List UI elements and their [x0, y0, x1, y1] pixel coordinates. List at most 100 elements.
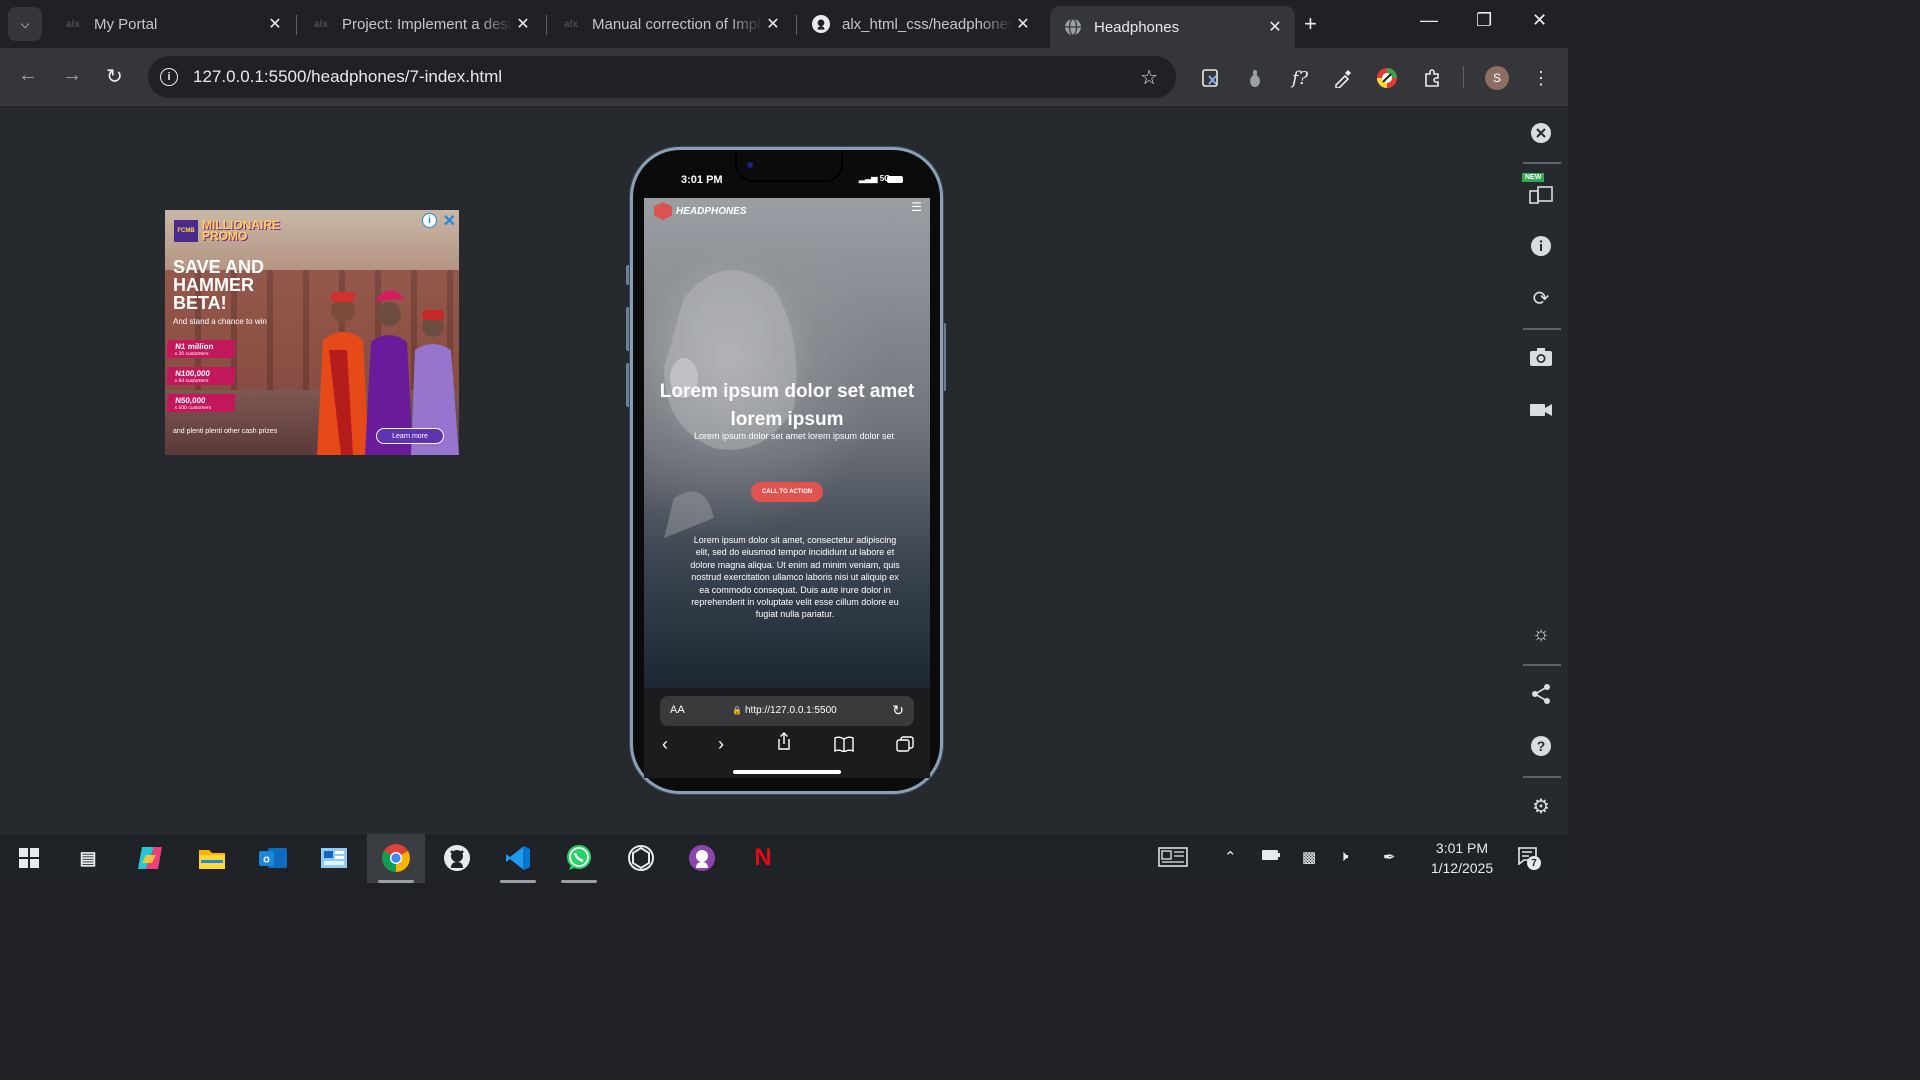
- outlook-icon[interactable]: o: [258, 843, 288, 873]
- tab-headphones[interactable]: Headphones ✕: [1050, 6, 1295, 48]
- github-icon: [812, 15, 830, 33]
- github-app-icon[interactable]: [687, 843, 717, 873]
- safari-back-icon[interactable]: ‹: [662, 734, 668, 755]
- site-info-icon[interactable]: i: [160, 68, 178, 86]
- tab-manual-correction[interactable]: alx Manual correction of Implement ✕: [548, 6, 793, 42]
- profile-avatar[interactable]: S: [1485, 66, 1509, 90]
- task-view-icon[interactable]: ▤: [73, 843, 103, 873]
- file-explorer-icon[interactable]: [197, 843, 227, 873]
- safari-forward-icon[interactable]: ›: [718, 734, 724, 755]
- signal-bars-icon: ▂▃▅: [859, 174, 878, 183]
- ad-prize-2: N100,000 x 64 customers: [166, 367, 236, 385]
- copilot-icon[interactable]: [135, 843, 165, 873]
- home-indicator: [733, 770, 841, 774]
- ad-brand-logo: FCMB: [174, 220, 198, 242]
- close-icon[interactable]: ✕: [1265, 17, 1285, 37]
- taskbar-clock[interactable]: 3:01 PM 1/12/2025: [1418, 838, 1506, 878]
- window-close-icon[interactable]: ✕: [1532, 10, 1547, 31]
- battery-icon[interactable]: [1261, 848, 1281, 865]
- ad-close-icon[interactable]: ✕: [443, 211, 456, 231]
- github-desktop-icon[interactable]: [442, 843, 472, 873]
- pen-icon[interactable]: ✒: [1383, 848, 1396, 866]
- brightness-icon[interactable]: ☼: [1528, 621, 1554, 647]
- tab-separator: [546, 15, 547, 35]
- tab-search-button[interactable]: ⌵: [8, 7, 42, 41]
- phone-signal: ▂▃▅ 5G: [859, 174, 890, 183]
- ad-learn-more-button[interactable]: Learn more: [376, 428, 444, 444]
- volume-icon[interactable]: 🕨: [1339, 848, 1348, 865]
- close-icon[interactable]: ✕: [763, 14, 783, 34]
- extension-excel-icon[interactable]: [1199, 66, 1223, 90]
- control-panel-icon[interactable]: [319, 843, 349, 873]
- tab-project[interactable]: alx Project: Implement a design ✕: [298, 6, 543, 42]
- close-icon[interactable]: ✕: [265, 14, 285, 34]
- tab-github[interactable]: alx_html_css/headphones ✕: [798, 6, 1043, 42]
- settings-gear-icon[interactable]: ⚙: [1528, 793, 1554, 819]
- reload-icon[interactable]: ↻: [106, 64, 123, 89]
- share-icon[interactable]: [776, 732, 792, 755]
- share-icon[interactable]: [1528, 681, 1554, 707]
- camera-screenshot-icon[interactable]: [1528, 344, 1554, 370]
- tab-my-portal[interactable]: alx My Portal ✕: [50, 6, 295, 42]
- extension-dropper-icon[interactable]: [1243, 66, 1267, 90]
- ad-prize-amount: N50,000: [174, 396, 206, 405]
- close-icon[interactable]: ✕: [1013, 14, 1033, 34]
- chatgpt-icon[interactable]: [626, 843, 656, 873]
- video-record-icon[interactable]: [1528, 397, 1554, 423]
- url-text: 127.0.0.1:5500/headphones/7-index.html: [193, 67, 503, 86]
- whatsapp-icon[interactable]: [564, 843, 594, 873]
- toolbar-divider: [1523, 328, 1561, 330]
- vscode-running-indicator: [500, 880, 536, 883]
- restore-icon[interactable]: ❐: [1476, 10, 1492, 31]
- hamburger-menu-icon[interactable]: ☰: [911, 200, 922, 214]
- chevron-up-icon[interactable]: ⌃: [1224, 848, 1237, 866]
- windows-taskbar: ▤ o N ⌃ ▩ 🕨 ✒ 3:01 PM 1/12/2025 7: [0, 833, 1568, 883]
- site-brand[interactable]: HEADPHONES: [654, 202, 747, 220]
- extension-eyedropper-icon[interactable]: [1331, 66, 1355, 90]
- tabs-icon[interactable]: [896, 736, 914, 757]
- battery-icon: [887, 176, 903, 183]
- safari-address-bar[interactable]: AA 🔒 http://127.0.0.1:5500 ↻: [660, 696, 914, 726]
- bookmark-star-icon[interactable]: ☆: [1140, 65, 1158, 90]
- text-size-button[interactable]: AA: [670, 704, 685, 716]
- back-arrow-icon[interactable]: ←: [18, 64, 38, 87]
- ad-info-icon[interactable]: i: [422, 213, 437, 228]
- chrome-icon[interactable]: [381, 843, 411, 873]
- notification-center-icon[interactable]: 7: [1516, 846, 1541, 870]
- hero-body-text: Lorem ipsum dolor sit amet, consectetur …: [690, 535, 900, 620]
- forward-arrow-icon[interactable]: →: [62, 64, 82, 87]
- safari-url: http://127.0.0.1:5500: [745, 705, 837, 716]
- devices-icon[interactable]: [1528, 181, 1554, 207]
- camera-privacy-icon[interactable]: ▩: [1302, 848, 1316, 866]
- minimize-icon[interactable]: —: [1420, 10, 1438, 31]
- advertisement-banner[interactable]: FCMB MILLIONAIRE PROMO SAVE AND HAMMER B…: [165, 210, 459, 455]
- close-circle-icon[interactable]: [1528, 120, 1554, 146]
- ad-subline: And stand a chance to win: [173, 317, 267, 326]
- help-icon[interactable]: ?: [1528, 733, 1554, 759]
- address-bar[interactable]: i 127.0.0.1:5500/headphones/7-index.html…: [148, 56, 1176, 98]
- news-widget-icon[interactable]: [1158, 847, 1188, 871]
- windows-start-icon[interactable]: [14, 843, 44, 873]
- vscode-icon[interactable]: [503, 843, 533, 873]
- camera-icon: [747, 162, 753, 168]
- new-tab-button[interactable]: +: [1304, 12, 1317, 36]
- ad-footer-text: and plenti plenti other cash prizes: [173, 428, 278, 435]
- rotate-icon[interactable]: ⟳: [1528, 285, 1554, 311]
- ad-prize-1: N1 million x 20 customers: [166, 340, 236, 358]
- netflix-icon[interactable]: N: [748, 843, 778, 873]
- call-to-action-button[interactable]: CALL TO ACTION: [751, 482, 823, 502]
- phone-mockup: 3:01 PM ▂▃▅ 5G HEADPHONES ☰ Lorem ipsum …: [630, 147, 943, 794]
- close-icon[interactable]: ✕: [513, 14, 533, 34]
- tab-title: Project: Implement a design: [342, 15, 513, 33]
- toolbar-divider: [1463, 66, 1464, 88]
- reload-icon[interactable]: ↻: [892, 702, 904, 719]
- menu-kebab-icon[interactable]: ⋮: [1529, 66, 1553, 90]
- ad-prize-note: x 20 customers: [174, 351, 209, 357]
- extension-color-icon[interactable]: [1375, 66, 1399, 90]
- info-icon[interactable]: [1528, 233, 1554, 259]
- page-viewport: FCMB MILLIONAIRE PROMO SAVE AND HAMMER B…: [0, 107, 1568, 833]
- extensions-puzzle-icon[interactable]: [1420, 66, 1444, 90]
- bookmarks-icon[interactable]: [834, 736, 854, 757]
- chrome-running-indicator: [378, 880, 414, 883]
- extension-formula-icon[interactable]: f?: [1288, 66, 1312, 90]
